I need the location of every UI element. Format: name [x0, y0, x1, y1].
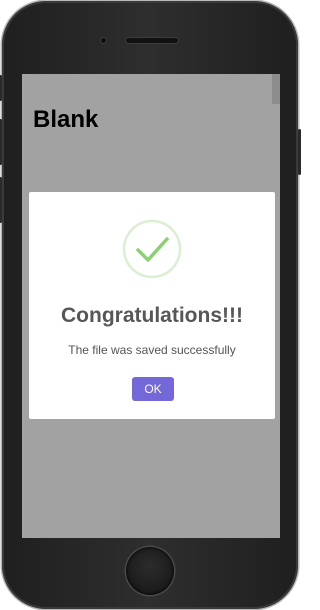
success-dialog: Congratulations!!! The file was saved su…: [29, 192, 275, 419]
checkmark-success-icon: [122, 219, 182, 279]
earpiece-speaker: [126, 38, 178, 43]
power-button: [298, 129, 301, 175]
page-title: Blank: [33, 106, 99, 133]
volume-down-button: [0, 177, 2, 223]
home-button[interactable]: [126, 547, 174, 595]
app-screen: Blank Congratulations!!! The file was sa…: [22, 74, 280, 538]
front-camera: [101, 38, 106, 43]
silent-switch: [0, 75, 2, 101]
scrollbar[interactable]: [272, 74, 280, 104]
volume-up-button: [0, 119, 2, 165]
dialog-title: Congratulations!!!: [61, 304, 243, 327]
dialog-message: The file was saved successfully: [68, 343, 236, 357]
phone-frame: Blank Congratulations!!! The file was sa…: [0, 1, 301, 609]
ok-button[interactable]: OK: [132, 377, 174, 401]
